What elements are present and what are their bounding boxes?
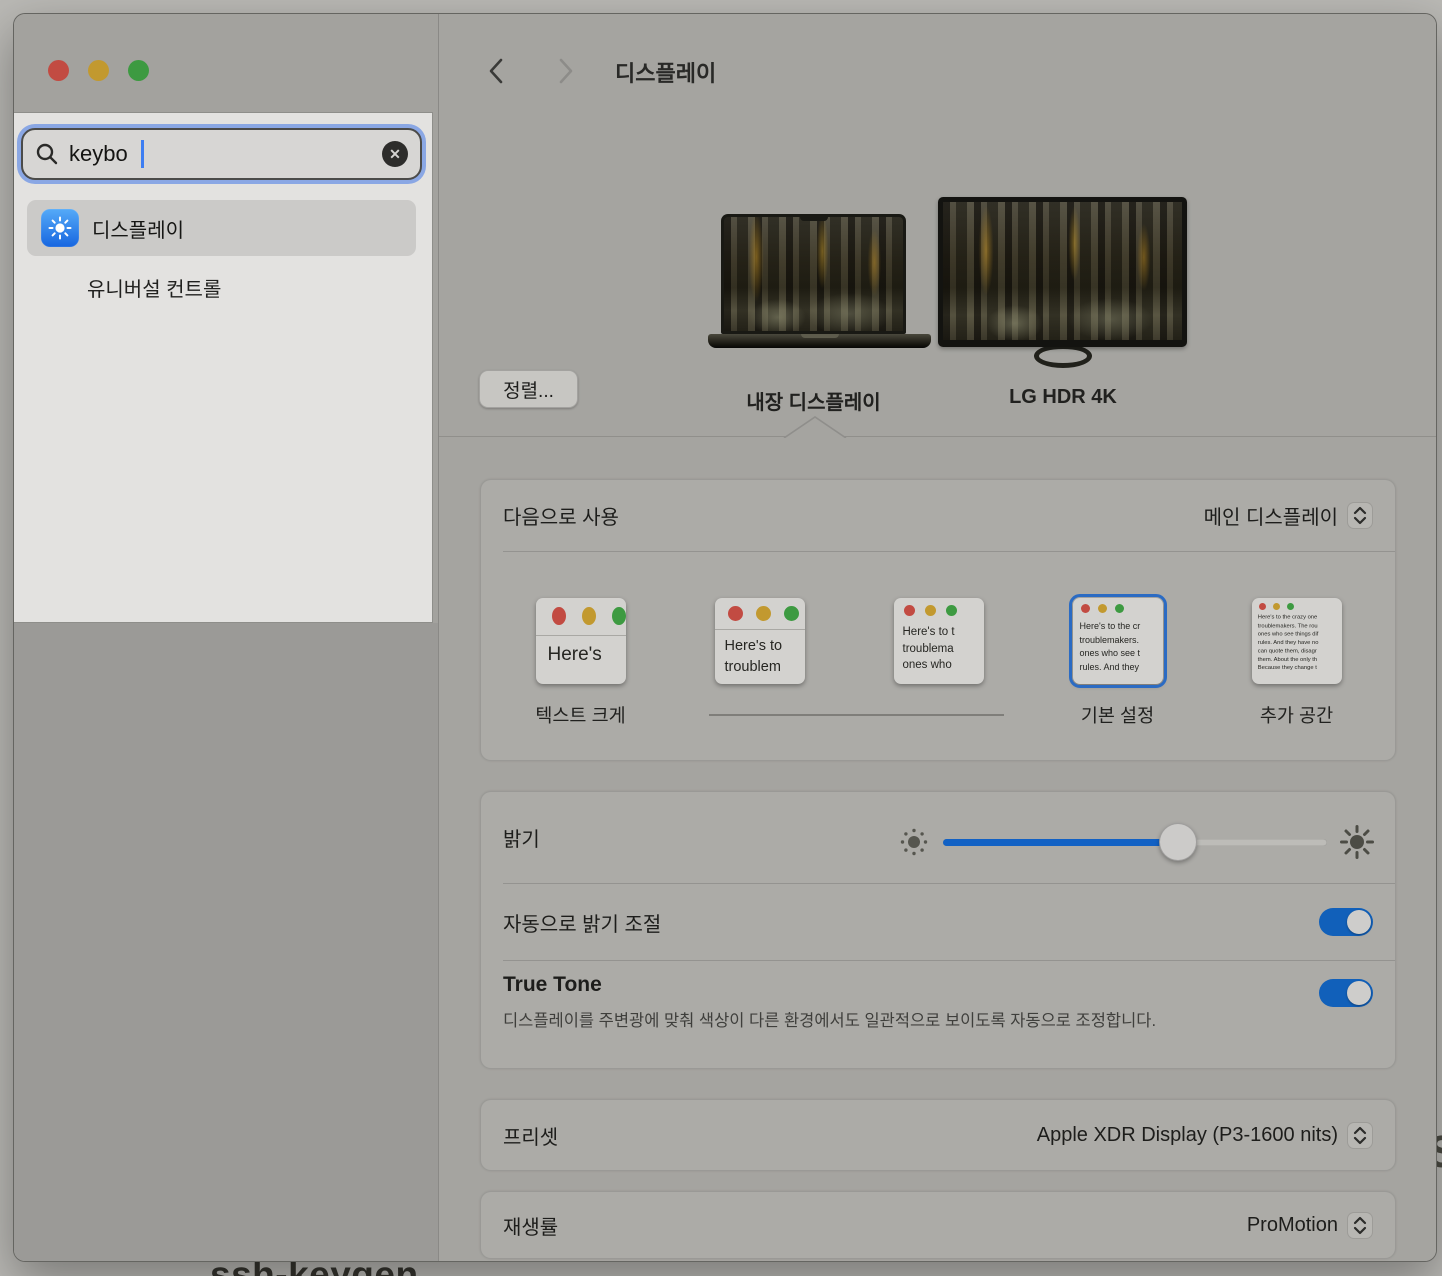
resolution-option-more-space[interactable]: Here's to the crazy one troublemakers. T… bbox=[1252, 598, 1342, 684]
mini-window-text: Here's to the cr troublemakers. ones who… bbox=[1073, 613, 1163, 674]
use-as-label: 다음으로 사용 bbox=[503, 501, 619, 530]
sidebar-lower-area bbox=[14, 623, 438, 1262]
refresh-rate-popup-button[interactable] bbox=[1347, 1212, 1373, 1239]
search-icon bbox=[35, 142, 59, 166]
search-result-universal-control[interactable]: 유니버설 컨트롤 bbox=[27, 265, 416, 309]
builtin-display-label: 내장 디스플레이 bbox=[701, 386, 926, 415]
refresh-rate-value: ProMotion bbox=[1247, 1214, 1338, 1237]
up-down-chevrons-icon bbox=[1351, 505, 1369, 526]
preset-popup-button[interactable] bbox=[1347, 1122, 1373, 1149]
preset-row: 프리셋 Apple XDR Display (P3-1600 nits) bbox=[481, 1100, 1395, 1170]
mini-window-text: Here's bbox=[536, 636, 626, 666]
use-as-value: 메인 디스플레이 bbox=[1204, 501, 1338, 530]
brightness-low-icon bbox=[899, 827, 929, 857]
display-settings-icon bbox=[41, 209, 79, 247]
resolution-option-2[interactable]: Here's to troublem bbox=[715, 598, 805, 684]
brightness-slider-fill bbox=[943, 839, 1177, 846]
option-label-default: 기본 설정 bbox=[1028, 702, 1207, 728]
auto-brightness-row: 자동으로 밝기 조절 bbox=[481, 884, 1395, 960]
refresh-rate-label: 재생률 bbox=[503, 1211, 558, 1240]
brightness-row: 밝기 bbox=[481, 792, 1395, 883]
wallpaper-forest bbox=[943, 202, 1182, 340]
true-tone-toggle[interactable] bbox=[1319, 979, 1373, 1007]
true-tone-label: True Tone bbox=[503, 973, 602, 996]
mini-traffic-lights bbox=[1252, 598, 1342, 610]
minimize-button[interactable] bbox=[88, 60, 109, 81]
preset-value: Apple XDR Display (P3-1600 nits) bbox=[1037, 1124, 1338, 1147]
search-result-display[interactable]: 디스플레이 bbox=[27, 200, 416, 256]
text-caret bbox=[141, 140, 144, 168]
main-pane: 디스플레이 정렬... 내장 디스플레이 LG HDR 4K 다음으로 사용 메… bbox=[439, 14, 1437, 1262]
resolution-option-3[interactable]: Here's to t troublema ones who bbox=[894, 598, 984, 684]
brightness-card: 밝기 bbox=[480, 791, 1396, 1069]
resolution-card: 다음으로 사용 메인 디스플레이 Here's bbox=[480, 479, 1396, 761]
resolution-option-default[interactable]: Here's to the cr troublemakers. ones who… bbox=[1073, 598, 1163, 684]
up-down-chevrons-icon bbox=[1351, 1215, 1369, 1236]
option-label-larger-text: 텍스트 크게 bbox=[491, 702, 670, 728]
up-down-chevrons-icon bbox=[1351, 1125, 1369, 1146]
arrange-button[interactable]: 정렬... bbox=[479, 370, 578, 408]
search-results-panel: ✕ 디스플레이 유니버설 컨트 bbox=[14, 112, 433, 623]
divider bbox=[503, 551, 1395, 552]
use-as-row: 다음으로 사용 메인 디스플레이 bbox=[481, 480, 1395, 551]
traffic-lights bbox=[48, 60, 149, 81]
chevron-left-icon bbox=[487, 56, 505, 86]
option-label-more-space: 추가 공간 bbox=[1207, 702, 1386, 728]
auto-brightness-toggle[interactable] bbox=[1319, 908, 1373, 936]
zoom-button[interactable] bbox=[128, 60, 149, 81]
mini-traffic-lights bbox=[894, 598, 984, 616]
search-input[interactable] bbox=[69, 141, 319, 167]
mini-window-text: Here's to troublem bbox=[715, 630, 805, 678]
laptop-base bbox=[708, 334, 931, 348]
refresh-rate-card: 재생률 ProMotion bbox=[480, 1191, 1396, 1259]
search-result-label: 디스플레이 bbox=[92, 214, 184, 243]
brightness-high-icon bbox=[1339, 824, 1375, 860]
page-title: 디스플레이 bbox=[615, 56, 716, 88]
chevron-right-icon bbox=[557, 56, 575, 86]
search-result-label: 유니버설 컨트롤 bbox=[87, 273, 221, 302]
selected-display-pointer bbox=[783, 416, 847, 438]
laptop-notch bbox=[800, 214, 828, 221]
system-settings-window: ✕ 디스플레이 유니버설 컨트 bbox=[13, 13, 1437, 1262]
preset-card: 프리셋 Apple XDR Display (P3-1600 nits) bbox=[480, 1099, 1396, 1171]
forward-button[interactable] bbox=[551, 56, 581, 86]
true-tone-row: True Tone 디스플레이를 주변광에 맞춰 색상이 다른 환경에서도 일관… bbox=[481, 961, 1395, 1072]
brightness-slider-knob[interactable] bbox=[1159, 823, 1197, 861]
true-tone-description: 디스플레이를 주변광에 맞춰 색상이 다른 환경에서도 일관적으로 보이도록 자… bbox=[503, 1007, 1233, 1036]
mini-window-text: Here's to the crazy one troublemakers. T… bbox=[1252, 610, 1342, 672]
resolution-option-larger-text[interactable]: Here's bbox=[536, 598, 626, 684]
monitor-stand bbox=[1034, 344, 1092, 368]
builtin-display-thumbnail[interactable] bbox=[721, 214, 906, 334]
refresh-rate-row: 재생률 ProMotion bbox=[481, 1192, 1395, 1258]
clear-search-icon[interactable]: ✕ bbox=[382, 141, 408, 167]
auto-brightness-label: 자동으로 밝기 조절 bbox=[503, 908, 661, 937]
mini-traffic-lights bbox=[536, 598, 626, 625]
back-button[interactable] bbox=[481, 56, 511, 86]
section-divider bbox=[439, 436, 1437, 437]
search-field[interactable]: ✕ bbox=[21, 128, 422, 180]
close-button[interactable] bbox=[48, 60, 69, 81]
preset-label: 프리셋 bbox=[503, 1121, 558, 1150]
use-as-popup-button[interactable] bbox=[1347, 502, 1373, 529]
resolution-options: Here's Here's to troublem Here's to t tr… bbox=[491, 598, 1387, 684]
options-connector-line bbox=[709, 714, 1004, 716]
external-display-thumbnail[interactable] bbox=[938, 197, 1187, 347]
sidebar: ✕ 디스플레이 유니버설 컨트 bbox=[14, 14, 439, 1262]
brightness-slider-track[interactable] bbox=[943, 839, 1327, 846]
wallpaper-forest bbox=[724, 217, 903, 331]
mini-traffic-lights bbox=[715, 598, 805, 621]
external-display-label: LG HDR 4K bbox=[939, 386, 1187, 409]
mini-window-text: Here's to t troublema ones who bbox=[894, 616, 984, 674]
mini-traffic-lights bbox=[1073, 598, 1163, 613]
